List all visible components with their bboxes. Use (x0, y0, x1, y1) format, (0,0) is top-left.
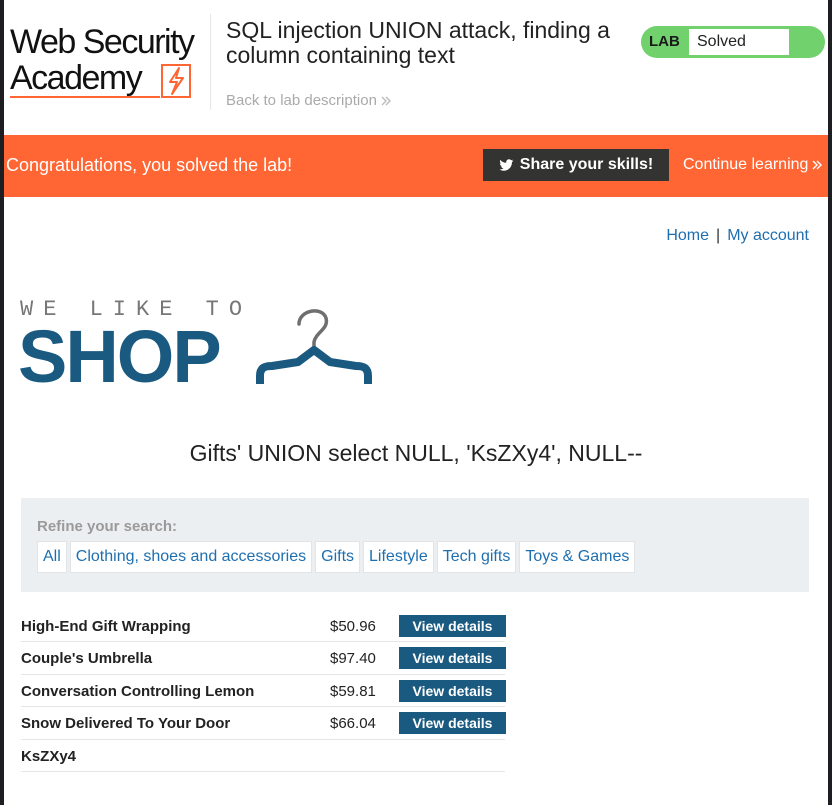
congratulations-message: Congratulations, you solved the lab! (6, 155, 293, 175)
continue-learning-link[interactable]: Continue learning (683, 156, 823, 174)
category-tech-gifts[interactable]: Tech gifts (436, 541, 517, 573)
table-row: Snow Delivered To Your Door $66.04 View … (21, 707, 506, 740)
category-gifts[interactable]: Gifts (315, 541, 361, 573)
category-list: All Clothing, shoes and accessories Gift… (37, 541, 636, 573)
view-details-button[interactable]: View details (399, 679, 506, 702)
product-table: High-End Gift Wrapping $50.96 View detai… (21, 610, 506, 772)
double-chevron-right-icon (381, 96, 391, 105)
logo-line-1: Web Security (10, 23, 195, 61)
injected-result-text: KsZXy4 (21, 747, 77, 765)
share-skills-label: Share your skills! (519, 156, 654, 173)
category-all[interactable]: All (37, 541, 67, 573)
solved-banner: Congratulations, you solved the lab! Sha… (4, 135, 828, 197)
category-clothing[interactable]: Clothing, shoes and accessories (69, 541, 313, 573)
share-skills-button[interactable]: Share your skills! (483, 149, 669, 181)
browser-viewport: Web Security Academy SQL injection UNION… (4, 0, 828, 805)
product-name: Couple's Umbrella (21, 650, 153, 668)
product-name: High-End Gift Wrapping (21, 618, 191, 635)
my-account-link[interactable]: My account (727, 227, 809, 245)
category-filter-panel: Refine your search: All Clothing, shoes … (21, 498, 809, 592)
table-row: Couple's Umbrella $97.40 View details (21, 642, 506, 675)
twitter-bird-icon (499, 158, 514, 171)
product-name: Snow Delivered To Your Door (21, 715, 231, 733)
table-row: Conversation Controlling Lemon $59.81 Vi… (21, 675, 506, 708)
lightning-bolt-icon (161, 64, 191, 98)
header-divider (210, 14, 211, 110)
top-navigation: Home | My account (666, 227, 809, 245)
we-like-to-shop-logo: WE LIKE TO SHOP (18, 294, 380, 398)
product-price: $97.40 (330, 650, 376, 668)
double-chevron-right-icon (812, 160, 823, 170)
lab-title: SQL injection UNION attack, finding a co… (226, 17, 610, 68)
shop-logo-word: SHOP (18, 315, 222, 398)
view-details-button[interactable]: View details (399, 615, 506, 637)
refine-search-label: Refine your search: (37, 518, 178, 535)
product-name: Conversation Controlling Lemon (21, 682, 255, 700)
category-toys-games[interactable]: Toys & Games (519, 541, 636, 573)
lab-status-text: Solved (689, 29, 789, 55)
search-results-title: Gifts' UNION select NULL, 'KsZXy4', NULL… (189, 440, 643, 466)
category-lifestyle[interactable]: Lifestyle (363, 541, 434, 573)
lab-header: Web Security Academy SQL injection UNION… (4, 0, 828, 135)
logo-line-2: Academy (10, 59, 143, 97)
back-to-lab-description-link[interactable]: Back to lab description (226, 92, 392, 109)
table-row: KsZXy4 (21, 740, 505, 772)
table-row: High-End Gift Wrapping $50.96 View detai… (21, 610, 506, 643)
lab-status-widget: LAB Solved (641, 26, 825, 58)
product-price: $66.04 (330, 715, 376, 733)
logo-underline (10, 96, 160, 98)
continue-learning-label: Continue learning (683, 156, 809, 173)
home-link[interactable]: Home (666, 227, 709, 245)
lab-tag: LAB (649, 33, 680, 50)
view-details-button[interactable]: View details (399, 647, 506, 670)
clothes-hanger-icon (256, 309, 372, 384)
web-security-academy-logo[interactable]: Web Security Academy (10, 22, 210, 98)
back-link-label: Back to lab description (226, 92, 377, 109)
product-price: $50.96 (330, 618, 376, 635)
product-price: $59.81 (330, 682, 376, 700)
view-details-button[interactable]: View details (399, 712, 506, 735)
nav-separator: | (716, 227, 721, 244)
